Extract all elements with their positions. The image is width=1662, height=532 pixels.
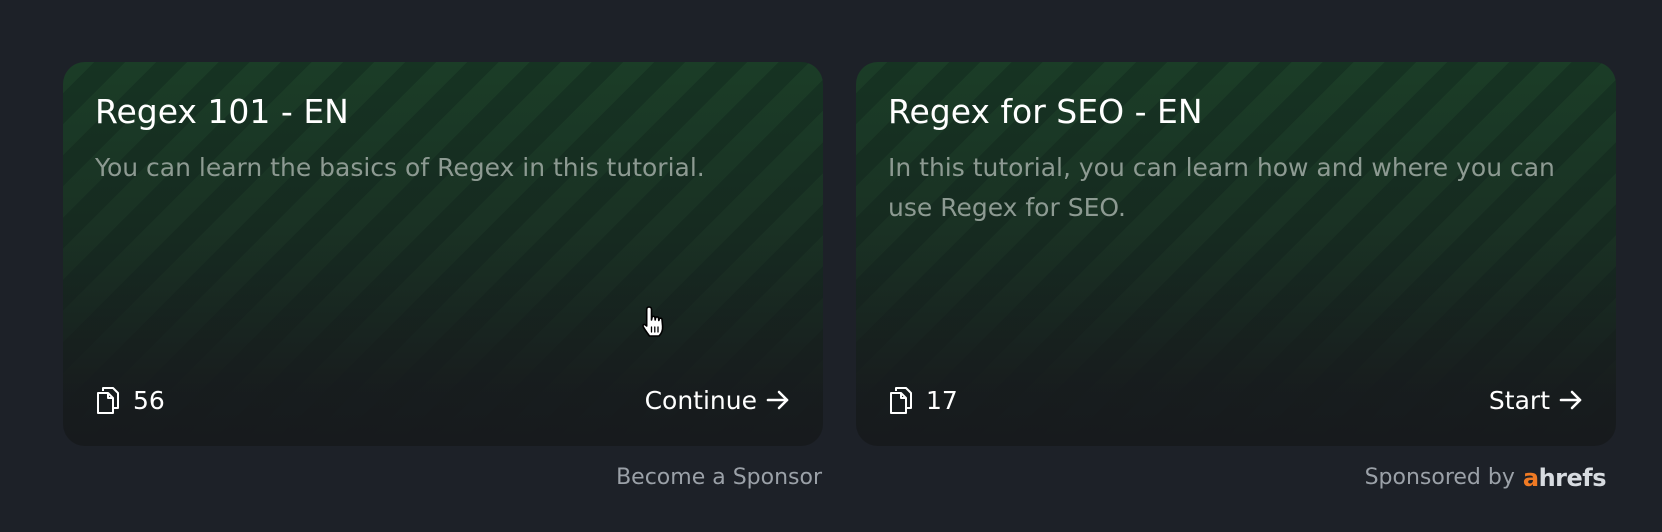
become-sponsor-link[interactable]: Become a Sponsor bbox=[616, 463, 822, 493]
tutorial-card-regex-101[interactable]: Regex 101 - EN You can learn the basics … bbox=[63, 62, 823, 446]
start-button[interactable]: Start bbox=[1489, 386, 1584, 415]
page-count: 17 bbox=[888, 385, 958, 415]
continue-label: Continue bbox=[644, 385, 757, 415]
arrow-right-icon bbox=[766, 390, 789, 410]
ahrefs-logo: ahrefs bbox=[1522, 464, 1607, 492]
card-description: In this tutorial, you can learn how and … bbox=[888, 153, 1555, 222]
continue-button[interactable]: Continue bbox=[645, 386, 791, 415]
card-footer: 17 Start bbox=[888, 382, 1584, 418]
sponsored-by[interactable]: Sponsored by ahrefs bbox=[1364, 463, 1607, 493]
arrow-right-icon bbox=[1559, 390, 1582, 410]
page-count: 56 bbox=[95, 385, 165, 415]
tutorial-list: Regex 101 - EN You can learn the basics … bbox=[0, 0, 1662, 532]
page-count-value: 56 bbox=[133, 385, 165, 415]
card-footer: 56 Continue bbox=[95, 382, 791, 418]
pages-icon bbox=[97, 387, 119, 414]
sponsored-by-label: Sponsored by bbox=[1364, 465, 1515, 490]
tutorial-card-regex-seo[interactable]: Regex for SEO - EN In this tutorial, you… bbox=[856, 62, 1616, 446]
start-label: Start bbox=[1488, 385, 1550, 415]
card-title: Regex for SEO - EN bbox=[888, 92, 1203, 131]
pages-icon bbox=[890, 387, 912, 414]
card-description: You can learn the basics of Regex in thi… bbox=[95, 153, 705, 182]
card-title: Regex 101 - EN bbox=[95, 92, 349, 131]
page-count-value: 17 bbox=[926, 385, 958, 415]
